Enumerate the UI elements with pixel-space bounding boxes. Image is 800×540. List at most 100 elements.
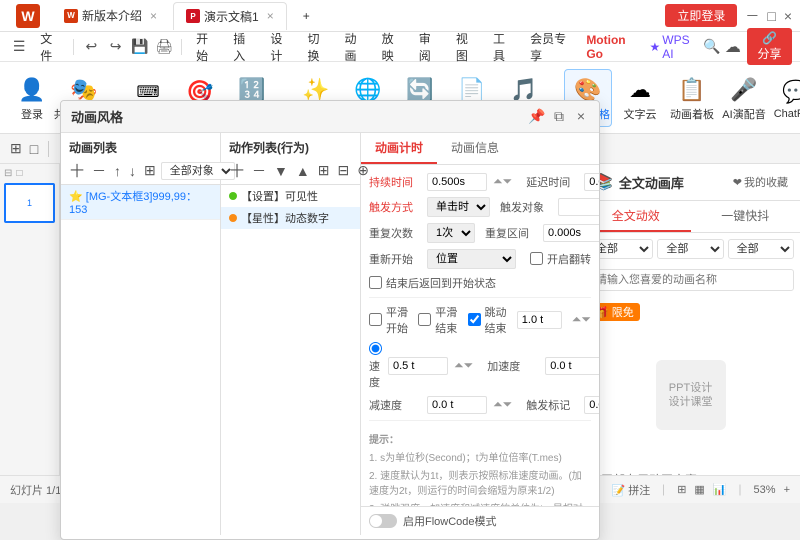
duration-input[interactable]: [427, 173, 487, 191]
dialog-pin-icon[interactable]: 📌: [529, 108, 545, 124]
filter-select-3[interactable]: 全部: [728, 239, 794, 259]
menu-review[interactable]: 审阅: [411, 36, 446, 58]
anim-down-btn[interactable]: ↓: [126, 162, 139, 180]
dialog-restore-icon[interactable]: ⧉: [551, 108, 567, 124]
ribbon-ai-voice[interactable]: 🎤 AI演配音: [720, 70, 768, 126]
trigger-mark-input[interactable]: [584, 396, 599, 414]
menu-start[interactable]: 开始: [188, 36, 223, 58]
toolbar-icon1[interactable]: ⊞: [8, 138, 24, 159]
panel-tab-quicktap[interactable]: 一键快抖: [691, 201, 800, 232]
restart-select[interactable]: 位置: [427, 249, 516, 269]
tab-animation-info[interactable]: 动画信息: [437, 133, 513, 164]
ribbon-anim-board[interactable]: 📋 动画着板: [668, 70, 716, 126]
menu-design[interactable]: 设计: [262, 36, 297, 58]
zoom-btn[interactable]: +: [784, 484, 790, 496]
smooth-end-checkbox[interactable]: 平滑结束: [418, 304, 457, 336]
speed-radio-label[interactable]: 速度: [369, 342, 382, 390]
trigger-obj-input[interactable]: [558, 198, 599, 216]
right-panel-fav[interactable]: ❤ 我的收藏: [733, 174, 788, 190]
add-tab[interactable]: +: [291, 2, 322, 30]
action-remove-btn[interactable]: －: [249, 160, 269, 182]
search-input[interactable]: [587, 269, 794, 291]
flip-checkbox[interactable]: 开启翻转: [530, 251, 591, 267]
action-item-dynamic[interactable]: 【星性】动态数字: [221, 207, 360, 229]
action-add-btn[interactable]: 十: [227, 160, 247, 182]
dialog-close-icon[interactable]: ×: [573, 108, 589, 124]
search-icon[interactable]: 🔍: [701, 36, 723, 58]
action-up-btn[interactable]: ▲: [293, 162, 313, 180]
jump-end-input[interactable]: [468, 313, 481, 326]
close-icon[interactable]: ×: [784, 8, 792, 24]
anim-up-btn[interactable]: ↑: [111, 162, 124, 180]
smooth-start-input[interactable]: [369, 313, 382, 326]
menu-animation[interactable]: 动画: [337, 36, 372, 58]
smooth-start-checkbox[interactable]: 平滑开始: [369, 304, 408, 336]
undo-icon[interactable]: ↩: [80, 36, 102, 58]
tab-presentation[interactable]: P 演示文稿1 ×: [173, 2, 287, 30]
motion-go-menu[interactable]: Motion Go: [578, 31, 641, 63]
filter-select-2[interactable]: 全部: [657, 239, 723, 259]
menu-tools[interactable]: 工具: [485, 36, 520, 58]
tab-intro-close[interactable]: ×: [150, 9, 157, 23]
anim-list-item[interactable]: ⭐ [MG-文本框3]999,99：153: [61, 185, 220, 220]
tab-intro-logo: W: [64, 9, 78, 23]
jump-end-arrows[interactable]: ⏶⏷: [572, 312, 591, 327]
delay-input[interactable]: [584, 173, 599, 191]
menu-file[interactable]: 文件: [32, 36, 67, 58]
jump-end-value-input[interactable]: [517, 311, 562, 329]
accel-input[interactable]: [545, 357, 599, 375]
anim-remove-btn[interactable]: －: [89, 160, 109, 182]
minimize-icon[interactable]: －: [745, 6, 759, 26]
speed-input[interactable]: [388, 357, 448, 375]
smooth-end-input[interactable]: [418, 313, 431, 326]
menu-switch[interactable]: 切换: [299, 36, 334, 58]
ribbon-chatppt-icon: 💬: [780, 76, 800, 108]
menu-hamburger-icon[interactable]: ☰: [8, 36, 30, 58]
save-icon[interactable]: 💾: [129, 36, 151, 58]
jump-end-checkbox[interactable]: 跳动结束: [468, 304, 507, 336]
menu-member[interactable]: 会员专享: [522, 36, 576, 58]
repeat-interval-input[interactable]: [543, 224, 599, 242]
toolbar-icon2[interactable]: □: [28, 139, 40, 159]
slide-thumb-1[interactable]: 1: [4, 183, 55, 223]
print-icon[interactable]: 🖨: [153, 36, 175, 58]
tab-animation-timing[interactable]: 动画计时: [361, 133, 437, 164]
action-delete-btn[interactable]: ⊟: [334, 161, 352, 180]
anim-copy-btn[interactable]: ⊞: [141, 161, 159, 180]
anim-add-btn[interactable]: 十: [67, 160, 87, 182]
cloud-icon[interactable]: ☁: [725, 37, 741, 57]
ribbon-word-cloud[interactable]: ☁ 文字云: [616, 70, 664, 126]
spell-btn[interactable]: 📝 拼注: [611, 482, 650, 498]
panel-list-icon[interactable]: □: [16, 168, 22, 179]
normal-view-icon[interactable]: ⊞: [677, 483, 686, 496]
ribbon-login[interactable]: 👤 登录: [8, 70, 56, 126]
menu-view[interactable]: 视图: [448, 36, 483, 58]
duration-arrows[interactable]: ⏶⏷: [493, 174, 512, 189]
speed-arrows[interactable]: ⏶⏷: [454, 358, 473, 373]
wps-ai-menu[interactable]: ★ WPS AI: [644, 31, 699, 63]
trigger-select[interactable]: 单击时: [427, 197, 490, 217]
redo-icon[interactable]: ↪: [104, 36, 126, 58]
action-copy-btn[interactable]: ⊞: [315, 161, 333, 180]
action-down-btn[interactable]: ▼: [271, 162, 291, 180]
return-state-input[interactable]: [369, 276, 382, 289]
panel-expand-icon[interactable]: ⊟: [4, 168, 12, 179]
action-item-visibility[interactable]: 【设置】可见性: [221, 185, 360, 207]
return-state-checkbox[interactable]: 结束后返回到开始状态: [369, 275, 496, 291]
decel-arrows[interactable]: ⏶⏷: [493, 397, 512, 412]
login-button[interactable]: 立即登录: [665, 4, 737, 27]
flowcode-toggle-switch[interactable]: [369, 514, 397, 528]
slide-view-icon[interactable]: ▦: [694, 483, 704, 496]
menu-insert[interactable]: 插入: [225, 36, 260, 58]
tab-intro[interactable]: W 新版本介绍 ×: [52, 2, 169, 30]
repeat-select[interactable]: 1次: [427, 223, 475, 243]
decel-input[interactable]: [427, 396, 487, 414]
smooth-start-label: 平滑开始: [386, 304, 408, 336]
maximize-icon[interactable]: □: [767, 8, 775, 24]
tab-presentation-close[interactable]: ×: [267, 9, 274, 23]
share-button[interactable]: 🔗 分享: [747, 28, 792, 65]
menu-slideshow[interactable]: 放映: [374, 36, 409, 58]
presenter-view-icon[interactable]: 📊: [713, 483, 727, 496]
ribbon-chatppt[interactable]: 💬 ChatPPT: [772, 72, 800, 124]
flip-checkbox-input[interactable]: [530, 252, 543, 265]
